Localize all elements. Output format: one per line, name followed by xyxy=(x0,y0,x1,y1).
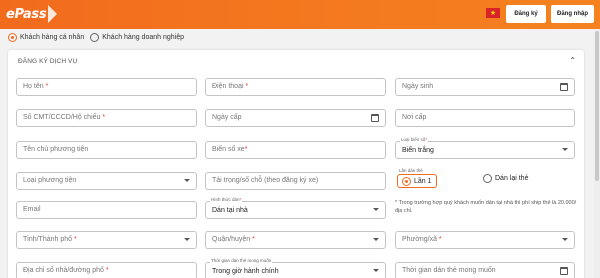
login-button[interactable]: Đăng nhập xyxy=(551,5,594,23)
chevron-down-icon[interactable] xyxy=(373,238,379,241)
chevron-down-icon[interactable] xyxy=(562,148,568,151)
top-bar: ePass ★ Đăng ký Đăng nhập xyxy=(0,0,600,29)
required-mark: * xyxy=(102,114,106,121)
calendar-icon[interactable] xyxy=(560,267,568,275)
required-mark: * xyxy=(438,236,442,243)
section-title: ĐĂNG KÝ DỊCH VỤ xyxy=(18,58,78,65)
district-placeholder: Quận/huyện xyxy=(212,236,251,243)
chevron-down-icon[interactable] xyxy=(373,269,379,272)
chevron-up-icon[interactable]: ⌃ xyxy=(569,56,576,65)
full-name-placeholder: Họ tên xyxy=(23,83,44,90)
plate-type-value: Biển trắng xyxy=(402,147,434,154)
shipping-fee-note: * Trong trường hợp quý khách muốn dán tạ… xyxy=(395,200,577,214)
radio-unchecked-icon[interactable] xyxy=(483,174,492,183)
customer-type-business[interactable]: Khách hàng doanh nghiệp xyxy=(90,33,184,42)
sticker-form-label: Hình thức dán xyxy=(211,197,240,202)
id-number-field[interactable]: Số CMT/CCCD/Hộ chiếu * xyxy=(16,109,197,127)
calendar-icon[interactable] xyxy=(371,114,379,122)
birthday-field[interactable]: Ngày sinh xyxy=(395,78,575,96)
desired-time-select[interactable]: Thời gian dán thẻ mong muốn Trong giờ hà… xyxy=(205,258,386,278)
scrollbar-thumb[interactable] xyxy=(595,31,599,181)
phone-field[interactable]: Điện thoại * xyxy=(205,78,386,96)
logo-arrow-icon xyxy=(48,5,58,23)
required-mark: * xyxy=(105,267,109,274)
customer-type-business-label: Khách hàng doanh nghiệp xyxy=(102,34,184,41)
province-placeholder: Tỉnh/Thành phố xyxy=(23,236,73,243)
full-name-field[interactable]: Họ tên * xyxy=(16,78,197,96)
email-placeholder: Email xyxy=(23,206,41,213)
epass-logo[interactable]: ePass xyxy=(6,3,58,25)
sticker-first-label: Lần 1 xyxy=(414,177,432,185)
desired-date-placeholder: Thời gian dán thẻ mong muốn xyxy=(402,267,496,274)
radio-checked-icon[interactable] xyxy=(8,33,17,42)
address-placeholder: Địa chỉ số nhà/đường phố xyxy=(23,267,104,274)
register-button[interactable]: Đăng ký xyxy=(506,5,546,23)
sticker-first-option[interactable]: Lần 1 xyxy=(397,174,437,188)
province-select[interactable]: Tỉnh/Thành phố * xyxy=(16,231,197,249)
ward-select[interactable]: Phường/xã * xyxy=(395,231,575,249)
required-mark: * xyxy=(74,236,77,243)
sticker-times-label: Lần dán thẻ xyxy=(399,168,423,173)
load-seats-field[interactable]: Tải trọng/số chỗ (theo đăng ký xe) xyxy=(205,172,386,190)
issue-place-field[interactable]: Nơi cấp xyxy=(395,109,575,127)
required-mark: * xyxy=(425,137,428,142)
load-seats-placeholder: Tải trọng/số chỗ (theo đăng ký xe) xyxy=(212,177,319,184)
issue-date-placeholder: Ngày cấp xyxy=(212,114,242,121)
vehicle-type-placeholder: Loại phương tiện xyxy=(23,177,77,184)
required-mark: * xyxy=(239,197,242,202)
vehicle-owner-field[interactable]: Tên chủ phương tiện xyxy=(16,141,197,159)
address-field[interactable]: Địa chỉ số nhà/đường phố * xyxy=(16,262,197,278)
required-mark: * xyxy=(245,83,249,90)
phone-placeholder: Điện thoại xyxy=(212,83,244,90)
ward-placeholder: Phường/xã xyxy=(402,236,437,243)
page-scrollbar[interactable] xyxy=(594,29,600,278)
plate-number-placeholder: Biển số xe xyxy=(212,146,245,153)
sticker-again-label: Dán lại thẻ xyxy=(495,175,529,182)
vehicle-type-select[interactable]: Loại phương tiện xyxy=(16,172,197,190)
desired-time-label: Thời gian dán thẻ mong muốn xyxy=(210,258,273,263)
birthday-placeholder: Ngày sinh xyxy=(402,83,434,90)
required-mark: * xyxy=(45,83,49,90)
sticker-times-group: Lần dán thẻ Lần 1 Dán lại thẻ xyxy=(395,168,575,192)
email-field[interactable]: Email xyxy=(16,201,197,219)
customer-type-individual[interactable]: Khách hàng cá nhân xyxy=(8,33,84,42)
required-mark: * xyxy=(252,236,255,243)
id-number-placeholder: Số CMT/CCCD/Hộ chiếu xyxy=(23,114,101,121)
sticker-again-option[interactable]: Dán lại thẻ xyxy=(483,174,528,183)
chevron-down-icon[interactable] xyxy=(562,238,568,241)
issue-date-field[interactable]: Ngày cấp xyxy=(205,109,386,127)
vietnam-flag-icon[interactable]: ★ xyxy=(486,8,500,18)
radio-checked-icon[interactable] xyxy=(402,176,411,186)
sticker-form-select[interactable]: Hình thức dán* Dán tại nhà xyxy=(205,197,386,219)
logo-text: ePass xyxy=(6,6,47,22)
required-mark: * xyxy=(244,146,248,153)
chevron-down-icon[interactable] xyxy=(373,208,379,211)
customer-type-group: Khách hàng cá nhân Khách hàng doanh nghi… xyxy=(8,33,190,42)
chevron-down-icon[interactable] xyxy=(184,238,190,241)
calendar-icon[interactable] xyxy=(560,83,568,91)
plate-type-label: Loại biển số xyxy=(401,137,426,142)
plate-number-field[interactable]: Biển số xe* xyxy=(205,141,386,159)
radio-unchecked-icon[interactable] xyxy=(90,33,100,42)
customer-type-individual-label: Khách hàng cá nhân xyxy=(20,34,85,41)
sticker-form-value: Dán tại nhà xyxy=(212,207,248,214)
vehicle-owner-placeholder: Tên chủ phương tiện xyxy=(23,146,89,153)
issue-place-placeholder: Nơi cấp xyxy=(402,114,427,121)
desired-time-value: Trong giờ hành chính xyxy=(212,268,279,275)
plate-type-select[interactable]: Loại biển số* Biển trắng xyxy=(395,137,575,159)
district-select[interactable]: Quận/huyện * xyxy=(205,231,386,249)
desired-date-field[interactable]: Thời gian dán thẻ mong muốn xyxy=(395,262,575,278)
chevron-down-icon[interactable] xyxy=(184,179,190,182)
